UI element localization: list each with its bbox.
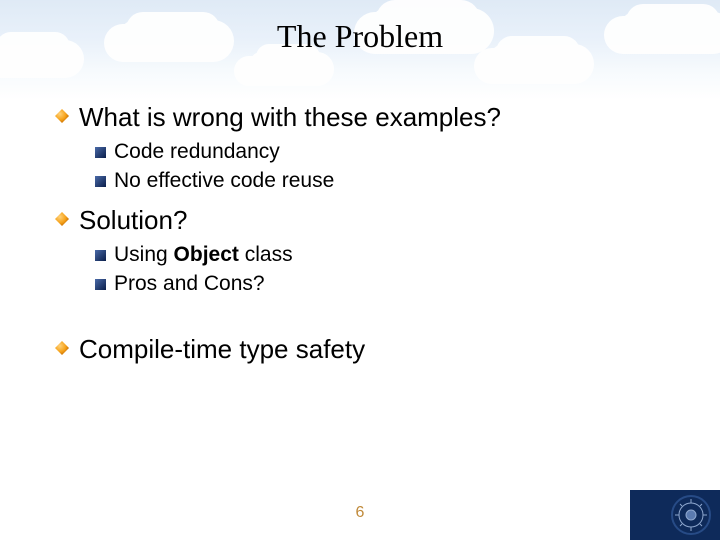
bullet-text: Pros and Cons? xyxy=(114,270,265,297)
bullet-level1: Compile-time type safety xyxy=(55,333,680,366)
diamond-bullet-icon xyxy=(55,212,69,226)
cloud-decoration xyxy=(250,52,310,74)
bullet-level2: Pros and Cons? xyxy=(95,270,680,297)
bullet-level1: Solution? xyxy=(55,204,680,237)
square-bullet-icon xyxy=(95,174,106,185)
bullet-text: Using Object class xyxy=(114,241,293,268)
square-bullet-icon xyxy=(95,248,106,259)
diamond-bullet-icon xyxy=(55,341,69,355)
bullet-text: Solution? xyxy=(79,204,187,237)
bullet-text: No effective code reuse xyxy=(114,167,334,194)
bullet-text: Compile-time type safety xyxy=(79,333,365,366)
logo-seal-icon xyxy=(670,494,712,536)
bullet-text: What is wrong with these examples? xyxy=(79,101,501,134)
page-number: 6 xyxy=(0,504,720,522)
bullet-level2: Code redundancy xyxy=(95,138,680,165)
square-bullet-icon xyxy=(95,145,106,156)
bullet-level1: What is wrong with these examples? xyxy=(55,101,680,134)
bullet-level2: No effective code reuse xyxy=(95,167,680,194)
slide-title: The Problem xyxy=(0,18,720,55)
bullet-level2: Using Object class xyxy=(95,241,680,268)
square-bullet-icon xyxy=(95,277,106,288)
diamond-bullet-icon xyxy=(55,109,69,123)
slide-body: What is wrong with these examples? xyxy=(55,95,680,370)
bullet-text: Code redundancy xyxy=(114,138,280,165)
